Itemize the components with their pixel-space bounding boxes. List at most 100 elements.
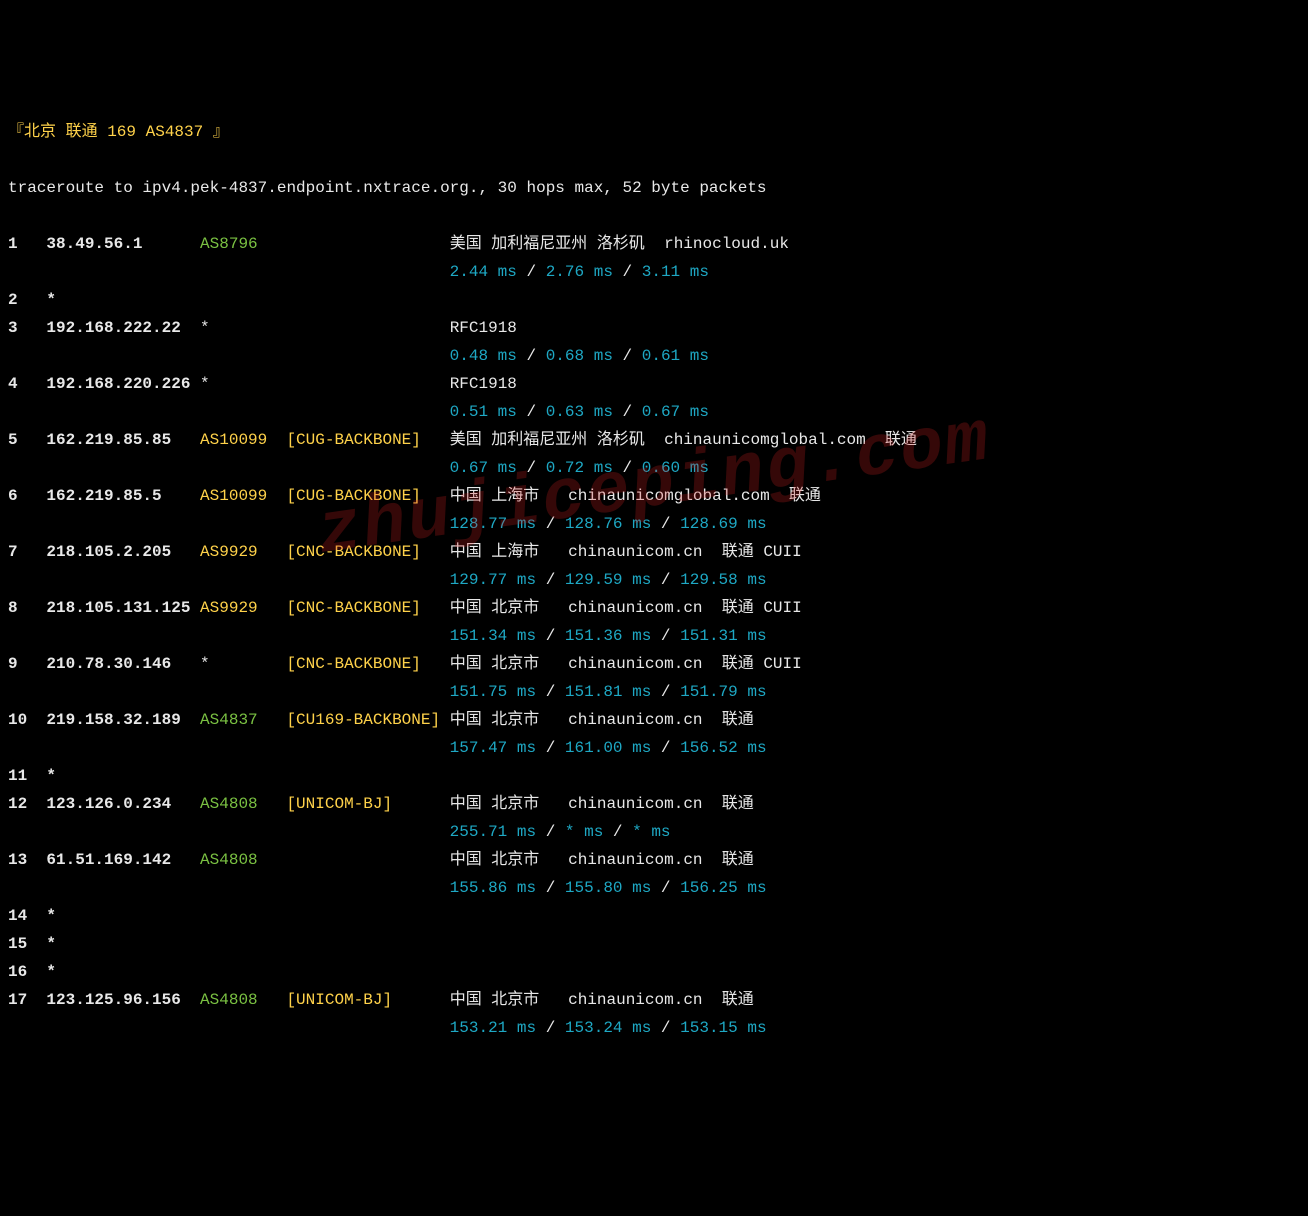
latency-separator: /: [651, 627, 680, 645]
hop-row: 5 162.219.85.85 AS10099 [CUG-BACKBONE] 美…: [8, 426, 1300, 454]
hop-number: 8: [8, 599, 46, 617]
hop-ip: 61.51.169.142: [46, 851, 200, 869]
hop-latency: 151.31 ms: [680, 627, 766, 645]
latency-separator: /: [517, 347, 546, 365]
hop-row: 11 *: [8, 762, 1300, 790]
hop-ip: *: [46, 767, 200, 785]
hop-backbone-tag: [286, 851, 449, 869]
hop-latency: 129.77 ms: [450, 571, 536, 589]
hop-latency-row: 0.67 ms / 0.72 ms / 0.60 ms: [8, 454, 1300, 482]
latency-separator: /: [517, 263, 546, 281]
hop-ip: 38.49.56.1: [46, 235, 200, 253]
hop-ip: 123.125.96.156: [46, 991, 200, 1009]
trace-header: 『北京 联通 169 AS4837 』: [8, 118, 1300, 146]
trace-command: traceroute to ipv4.pek-4837.endpoint.nxt…: [8, 174, 1300, 202]
hop-latency: 129.59 ms: [565, 571, 651, 589]
hop-asn: AS4808: [200, 851, 286, 869]
hop-latency: 128.69 ms: [680, 515, 766, 533]
hop-geo: 中国 北京市 chinaunicom.cn 联通: [450, 711, 754, 729]
hop-geo: 中国 北京市 chinaunicom.cn 联通 CUII: [450, 599, 802, 617]
hop-geo: 中国 北京市 chinaunicom.cn 联通: [450, 851, 754, 869]
hop-latency: 0.63 ms: [546, 403, 613, 421]
hop-ip: 218.105.131.125: [46, 599, 200, 617]
hop-latency: 255.71 ms: [450, 823, 536, 841]
hop-number: 11: [8, 767, 46, 785]
hop-latency: 0.72 ms: [546, 459, 613, 477]
hop-latency: 156.25 ms: [680, 879, 766, 897]
hop-asn: [200, 963, 286, 981]
hop-geo: 中国 北京市 chinaunicom.cn 联通: [450, 795, 754, 813]
hop-number: 7: [8, 543, 46, 561]
hop-latency-row: 129.77 ms / 129.59 ms / 129.58 ms: [8, 566, 1300, 594]
hop-ip: 162.219.85.85: [46, 431, 200, 449]
hop-latency-row: 157.47 ms / 161.00 ms / 156.52 ms: [8, 734, 1300, 762]
hop-number: 1: [8, 235, 46, 253]
hop-number: 15: [8, 935, 46, 953]
hop-row: 7 218.105.2.205 AS9929 [CNC-BACKBONE] 中国…: [8, 538, 1300, 566]
hop-asn: AS4808: [200, 795, 286, 813]
hop-backbone-tag: [CNC-BACKBONE]: [286, 599, 449, 617]
hop-backbone-tag: [286, 963, 449, 981]
hop-latency-row: 128.77 ms / 128.76 ms / 128.69 ms: [8, 510, 1300, 538]
hop-asn: AS4808: [200, 991, 286, 1009]
hop-latency: * ms: [632, 823, 670, 841]
latency-separator: /: [536, 823, 565, 841]
hop-backbone-tag: [286, 907, 449, 925]
hop-latency-row: 255.71 ms / * ms / * ms: [8, 818, 1300, 846]
hop-latency: 153.15 ms: [680, 1019, 766, 1037]
hop-number: 12: [8, 795, 46, 813]
hop-ip: *: [46, 963, 200, 981]
hop-row: 6 162.219.85.5 AS10099 [CUG-BACKBONE] 中国…: [8, 482, 1300, 510]
hop-asn: AS10099: [200, 431, 286, 449]
latency-separator: /: [613, 347, 642, 365]
hop-latency-row: 153.21 ms / 153.24 ms / 153.15 ms: [8, 1014, 1300, 1042]
hop-ip: *: [46, 935, 200, 953]
hop-row: 9 210.78.30.146 * [CNC-BACKBONE] 中国 北京市 …: [8, 650, 1300, 678]
hop-row: 16 *: [8, 958, 1300, 986]
hop-number: 5: [8, 431, 46, 449]
hop-latency-row: 0.48 ms / 0.68 ms / 0.61 ms: [8, 342, 1300, 370]
hop-latency: 0.48 ms: [450, 347, 517, 365]
hop-latency: 155.86 ms: [450, 879, 536, 897]
hop-latency: 129.58 ms: [680, 571, 766, 589]
hop-row: 13 61.51.169.142 AS4808 中国 北京市 chinaunic…: [8, 846, 1300, 874]
hop-latency: 0.51 ms: [450, 403, 517, 421]
latency-separator: /: [613, 459, 642, 477]
hop-geo: 中国 北京市 chinaunicom.cn 联通 CUII: [450, 655, 802, 673]
hop-row: 12 123.126.0.234 AS4808 [UNICOM-BJ] 中国 北…: [8, 790, 1300, 818]
hop-latency: 151.75 ms: [450, 683, 536, 701]
latency-separator: /: [536, 1019, 565, 1037]
hop-asn: AS9929: [200, 543, 286, 561]
latency-separator: /: [517, 459, 546, 477]
hop-backbone-tag: [CUG-BACKBONE]: [286, 431, 449, 449]
hop-number: 10: [8, 711, 46, 729]
hop-backbone-tag: [286, 935, 449, 953]
hop-backbone-tag: [286, 767, 449, 785]
hop-geo: RFC1918: [450, 319, 517, 337]
hop-row: 10 219.158.32.189 AS4837 [CU169-BACKBONE…: [8, 706, 1300, 734]
hop-number: 6: [8, 487, 46, 505]
hop-latency: 157.47 ms: [450, 739, 536, 757]
hop-geo: 中国 北京市 chinaunicom.cn 联通: [450, 991, 754, 1009]
hop-number: 14: [8, 907, 46, 925]
latency-separator: /: [536, 571, 565, 589]
hop-asn: [200, 767, 286, 785]
hop-number: 2: [8, 291, 46, 309]
hop-row: 14 *: [8, 902, 1300, 930]
hop-number: 13: [8, 851, 46, 869]
hop-geo: 中国 上海市 chinaunicomglobal.com 联通: [450, 487, 821, 505]
hop-asn: [200, 907, 286, 925]
hop-row: 3 192.168.222.22 * RFC1918: [8, 314, 1300, 342]
hop-number: 9: [8, 655, 46, 673]
hop-geo: 美国 加利福尼亚州 洛杉矶 rhinocloud.uk: [450, 235, 789, 253]
trace-hops: 1 38.49.56.1 AS8796 美国 加利福尼亚州 洛杉矶 rhinoc…: [8, 230, 1300, 1042]
hop-ip: 192.168.222.22: [46, 319, 200, 337]
hop-geo: 中国 上海市 chinaunicom.cn 联通 CUII: [450, 543, 802, 561]
latency-separator: /: [517, 403, 546, 421]
hop-asn: AS9929: [200, 599, 286, 617]
hop-asn: AS8796: [200, 235, 286, 253]
hop-latency: 151.79 ms: [680, 683, 766, 701]
hop-row: 1 38.49.56.1 AS8796 美国 加利福尼亚州 洛杉矶 rhinoc…: [8, 230, 1300, 258]
hop-latency: * ms: [565, 823, 603, 841]
hop-latency-row: 155.86 ms / 155.80 ms / 156.25 ms: [8, 874, 1300, 902]
